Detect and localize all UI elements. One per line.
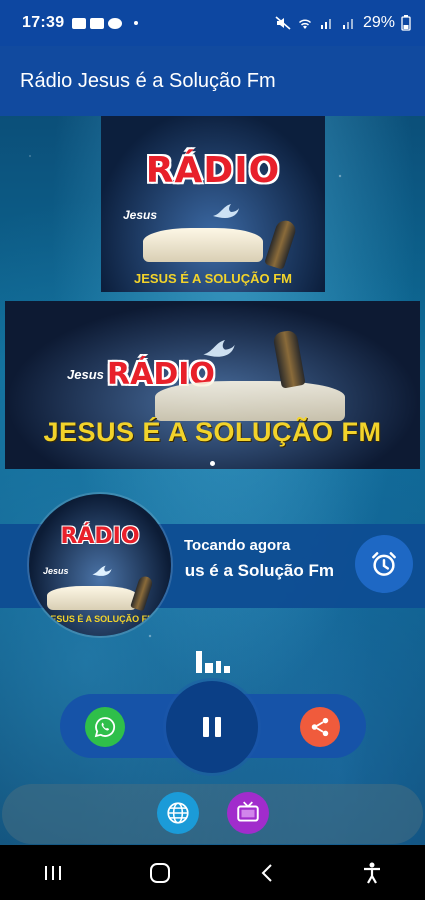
status-time: 17:39 [22, 14, 65, 31]
logo-subtitle: JESUS É A SOLUÇÃO FM [134, 271, 292, 286]
share-icon [311, 717, 329, 737]
share-button[interactable] [300, 707, 340, 747]
system-navigation-bar [0, 845, 425, 900]
sleep-timer-button[interactable] [355, 535, 413, 593]
dove-icon [92, 565, 112, 576]
now-playing-title: Rádio Jesus é a Solução Fm [184, 561, 334, 580]
now-playing-label: Tocando agora [184, 537, 291, 554]
recent-apps-icon[interactable] [42, 863, 64, 883]
mute-icon [275, 16, 291, 30]
now-playing-artwork: RÁDIO Jesus JESUS É A SOLUÇÃO FM [29, 494, 171, 636]
tv-icon [237, 801, 259, 822]
microphone-illustration [272, 329, 306, 389]
battery-icon [401, 15, 411, 31]
dove-icon [203, 340, 235, 357]
open-book-illustration [47, 586, 137, 610]
status-bar: 17:39 29% [0, 0, 425, 46]
equalizer-icon [196, 647, 231, 673]
message-notification-icon [72, 17, 87, 29]
whatsapp-icon [94, 717, 116, 738]
main-content: RÁDIO Jesus JESUS É A SOLUÇÃO FM Jesus R… [0, 116, 425, 845]
wifi-icon [298, 19, 311, 29]
artwork-radio-text: RÁDIO [60, 524, 140, 549]
play-pause-button[interactable] [166, 681, 258, 773]
pause-icon [203, 717, 221, 737]
chat-notification-icon [108, 17, 123, 29]
bottom-actions [2, 784, 423, 844]
alarm-clock-icon [372, 552, 396, 576]
website-button[interactable] [157, 792, 199, 834]
logo-radio-text: RÁDIO [145, 150, 281, 191]
microphone-illustration [264, 218, 298, 270]
accessibility-icon[interactable] [361, 861, 383, 885]
open-book-illustration [155, 381, 345, 421]
app-title: Rádio Jesus é a Solução Fm [20, 69, 276, 92]
app-bar: Rádio Jesus é a Solução Fm [0, 46, 425, 116]
banner-subtitle: JESUS É A SOLUÇÃO FM [43, 417, 382, 447]
logo-cross-icon: Jesus [43, 566, 69, 576]
logo-cross-icon: Jesus [123, 208, 158, 222]
open-book-illustration [143, 228, 263, 262]
signal-icon [342, 19, 353, 29]
dove-icon [213, 204, 239, 218]
station-wide-banner: Jesus RÁDIO JESUS É A SOLUÇÃO FM [5, 301, 420, 469]
battery-percentage: 29% [362, 14, 395, 31]
logo-cross-icon: Jesus [67, 367, 104, 382]
more-notifications-icon [134, 21, 139, 25]
globe-icon [167, 802, 189, 824]
notification-icons [72, 17, 139, 29]
whatsapp-button[interactable] [85, 707, 125, 747]
home-icon[interactable] [148, 861, 172, 885]
tv-button[interactable] [227, 792, 269, 834]
message-notification-icon [90, 17, 105, 29]
microphone-illustration [130, 574, 154, 612]
carousel-indicator[interactable] [210, 461, 215, 466]
signal-icon [320, 19, 331, 29]
back-icon[interactable] [257, 862, 277, 884]
station-logo-banner: RÁDIO Jesus JESUS É A SOLUÇÃO FM [101, 116, 325, 292]
artwork-subtitle: JESUS É A SOLUÇÃO FM [45, 614, 155, 624]
